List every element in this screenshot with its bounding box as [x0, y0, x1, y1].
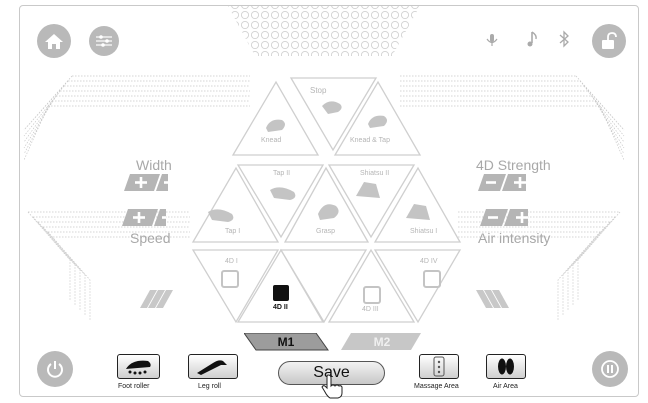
lock-button[interactable]	[592, 24, 626, 58]
hand-pointer-icon	[321, 374, 343, 399]
mode-4d4-label[interactable]: 4D IV	[420, 258, 438, 265]
foot-roller-button[interactable]	[117, 354, 160, 379]
voice-icon[interactable]	[484, 32, 500, 48]
music-icon[interactable]	[526, 30, 540, 48]
foot-roller-icon	[126, 360, 151, 375]
mode-stop-label[interactable]: Stop	[310, 86, 326, 95]
mode-shiatsu1-label[interactable]: Shiatsu I	[410, 228, 437, 235]
width-control[interactable]	[116, 174, 168, 191]
power-button[interactable]	[37, 351, 73, 387]
foot-roller-label: Foot roller	[118, 383, 150, 390]
mode-grasp-label[interactable]: Grasp	[316, 228, 335, 235]
leg-roll-button[interactable]	[188, 354, 238, 379]
massage-area-icon	[433, 356, 445, 377]
m2-tab[interactable]: M2	[346, 333, 418, 350]
m1-tab[interactable]: M1	[250, 333, 322, 350]
power-icon	[47, 361, 63, 378]
mode-tap1-label[interactable]: Tap I	[225, 228, 240, 235]
pause-button[interactable]	[592, 351, 628, 387]
mode-4d1-label[interactable]: 4D I	[225, 258, 238, 265]
mode-4d3-label[interactable]: 4D III	[362, 306, 379, 313]
massage-area-button[interactable]	[419, 354, 459, 379]
mode-knead-tap-label[interactable]: Knead & Tap	[350, 137, 390, 144]
mode-shiatsu2-label[interactable]: Shiatsu II	[360, 170, 389, 177]
mode-knead-label[interactable]: Knead	[261, 137, 281, 144]
speed-control[interactable]	[114, 209, 166, 226]
leg-roll-icon	[197, 360, 227, 375]
pause-icon	[601, 360, 619, 378]
bluetooth-icon[interactable]	[558, 30, 570, 48]
air-intensity-label: Air intensity	[478, 230, 551, 246]
4d-strength-control[interactable]	[474, 174, 526, 191]
air-area-label: Air Area	[493, 383, 518, 390]
mode-4d2-label[interactable]: 4D II	[273, 304, 288, 311]
4d-strength-label: 4D Strength	[476, 157, 551, 173]
air-intensity-control[interactable]	[476, 209, 528, 226]
remote-screen: Stop Knead Knead & Tap Tap II Shiatsu II…	[0, 0, 648, 403]
air-area-icon	[498, 358, 514, 375]
leg-roll-label: Leg roll	[198, 383, 221, 390]
sliders-icon	[96, 35, 112, 47]
unlock-icon	[602, 32, 617, 49]
home-button[interactable]	[37, 24, 71, 58]
air-area-button[interactable]	[486, 354, 526, 379]
speed-label: Speed	[130, 230, 171, 246]
width-label: Width	[136, 157, 172, 173]
settings-button[interactable]	[89, 26, 119, 56]
massage-area-label: Massage Area	[414, 383, 459, 390]
mode-tap2-label[interactable]: Tap II	[273, 170, 290, 177]
home-icon	[45, 34, 63, 49]
